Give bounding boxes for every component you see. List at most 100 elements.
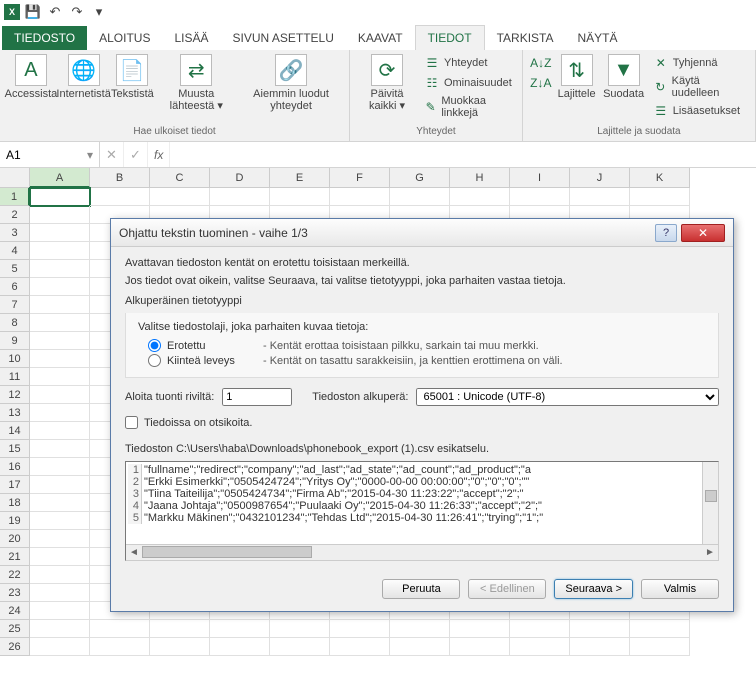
row-header[interactable]: 25 [0,620,30,638]
cell[interactable] [510,638,570,656]
column-header[interactable]: D [210,168,270,188]
formula-input[interactable] [169,142,756,167]
row-header[interactable]: 8 [0,314,30,332]
tab-formulas[interactable]: KAAVAT [346,26,415,50]
row-header[interactable]: 7 [0,296,30,314]
cell[interactable] [30,260,90,278]
cell[interactable] [30,332,90,350]
cell[interactable] [90,620,150,638]
help-button[interactable]: ? [655,224,677,242]
row-header[interactable]: 22 [0,566,30,584]
delimited-label[interactable]: Erotettu [167,340,257,352]
cell[interactable] [90,638,150,656]
reapply-button[interactable]: ↻Käytä uudelleen [649,74,749,100]
sort-za-button[interactable]: Z↓A [529,74,553,92]
tab-file[interactable]: TIEDOSTO [2,26,87,50]
tab-layout[interactable]: SIVUN ASETTELU [221,26,346,50]
preview-hscroll[interactable]: ◄ ► [126,544,718,560]
cell[interactable] [330,620,390,638]
column-header[interactable]: A [30,168,90,188]
name-box[interactable]: ▾ [0,142,100,167]
column-header[interactable]: I [510,168,570,188]
tab-data[interactable]: TIEDOT [415,25,485,50]
cell[interactable] [330,188,390,206]
column-header[interactable]: J [570,168,630,188]
row-header[interactable]: 12 [0,386,30,404]
cell[interactable] [30,458,90,476]
cell[interactable] [30,350,90,368]
row-header[interactable]: 14 [0,422,30,440]
finish-button[interactable]: Valmis [641,579,719,599]
select-all-corner[interactable] [0,168,30,188]
cell[interactable] [270,620,330,638]
cell[interactable] [30,512,90,530]
row-header[interactable]: 15 [0,440,30,458]
tab-review[interactable]: TARKISTA [485,26,566,50]
column-header[interactable]: F [330,168,390,188]
cell[interactable] [510,620,570,638]
tab-view[interactable]: NÄYTÄ [565,26,629,50]
tab-insert[interactable]: LISÄÄ [162,26,220,50]
refresh-all-button[interactable]: ⟳Päivitä kaikki ▾ [356,52,418,114]
cell[interactable] [330,638,390,656]
dialog-titlebar[interactable]: Ohjattu tekstin tuominen - vaihe 1/3 ? ✕ [111,219,733,247]
cell[interactable] [570,188,630,206]
row-header[interactable]: 19 [0,512,30,530]
cell[interactable] [30,602,90,620]
row-header[interactable]: 21 [0,548,30,566]
properties-button[interactable]: ☷Ominaisuudet [420,74,516,92]
row-header[interactable]: 6 [0,278,30,296]
from-access-button[interactable]: AAccessista [6,52,56,102]
from-other-button[interactable]: ⇄Muusta lähteestä ▾ [155,52,237,114]
cell-reference-input[interactable] [6,148,66,162]
cell[interactable] [30,242,90,260]
cell[interactable] [450,620,510,638]
tab-home[interactable]: ALOITUS [87,26,162,50]
undo-icon[interactable]: ↶ [46,3,64,21]
cell[interactable] [30,566,90,584]
from-web-button[interactable]: 🌐Internetistä [58,52,109,102]
column-header[interactable]: H [450,168,510,188]
clear-filter-button[interactable]: ✕Tyhjennä [649,54,749,72]
cell[interactable] [390,620,450,638]
cell[interactable] [30,476,90,494]
row-header[interactable]: 20 [0,530,30,548]
cell[interactable] [270,638,330,656]
redo-icon[interactable]: ↷ [68,3,86,21]
column-header[interactable]: E [270,168,330,188]
cancel-formula-icon[interactable]: ✕ [100,142,124,167]
cell[interactable] [210,638,270,656]
row-header[interactable]: 17 [0,476,30,494]
cell[interactable] [150,638,210,656]
cell[interactable] [30,404,90,422]
cell[interactable] [450,638,510,656]
cell[interactable] [570,638,630,656]
cell[interactable] [30,296,90,314]
cell[interactable] [210,188,270,206]
back-button[interactable]: < Edellinen [468,579,546,599]
cell[interactable] [30,440,90,458]
file-origin-select[interactable]: 65001 : Unicode (UTF-8) [416,388,719,406]
sort-button[interactable]: ⇅Lajittele [555,52,599,102]
sort-az-button[interactable]: A↓Z [529,54,553,72]
save-icon[interactable]: 💾 [24,3,42,21]
row-header[interactable]: 16 [0,458,30,476]
cell[interactable] [150,620,210,638]
preview-vscroll[interactable] [702,462,718,544]
column-header[interactable]: B [90,168,150,188]
existing-connections-button[interactable]: 🔗Aiemmin luodut yhteydet [239,52,343,114]
cell[interactable] [30,548,90,566]
cell[interactable] [30,314,90,332]
row-header[interactable]: 4 [0,242,30,260]
cell[interactable] [30,422,90,440]
row-header[interactable]: 13 [0,404,30,422]
column-header[interactable]: G [390,168,450,188]
enter-formula-icon[interactable]: ✓ [124,142,148,167]
close-button[interactable]: ✕ [681,224,725,242]
scroll-right-icon[interactable]: ► [702,546,718,560]
cell[interactable] [30,620,90,638]
row-header[interactable]: 23 [0,584,30,602]
cell[interactable] [210,620,270,638]
fixed-width-label[interactable]: Kiinteä leveys [167,355,257,367]
fixed-width-radio[interactable] [148,354,161,367]
